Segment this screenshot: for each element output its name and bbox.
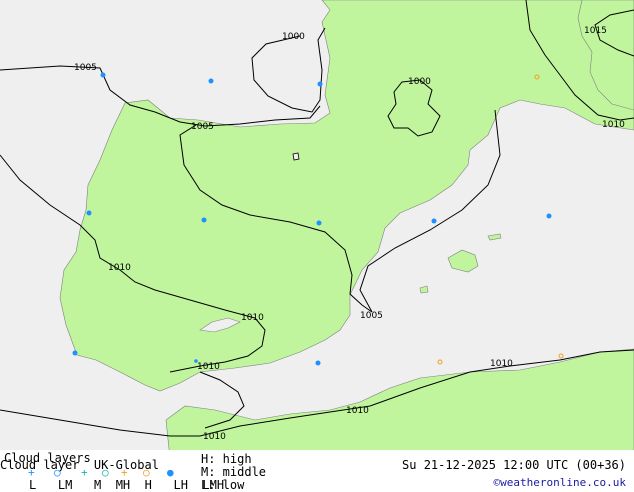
isobar-label: 1015 <box>584 26 607 36</box>
lake-north <box>292 152 300 161</box>
isobar-label: 1005 <box>360 311 383 321</box>
low-cloud-marker <box>201 217 207 223</box>
low-cloud-marker <box>72 350 78 356</box>
footer-subtitle: Cloud layer UK-Global <box>0 458 159 472</box>
isobar-label: 1010 <box>602 120 625 130</box>
layer-codes: L LM M MH H LH LMH <box>29 478 225 492</box>
map-footer: Cloud layers Cloud layer UK-Global + ○ +… <box>0 450 634 492</box>
isobar-label: 1005 <box>191 122 214 132</box>
isobar-label: 1005 <box>74 63 97 73</box>
valid-time: Su 21-12-2025 12:00 UTC (00+36) <box>402 458 626 472</box>
credit-link[interactable]: ©weatheronline.co.uk <box>494 476 626 489</box>
low-cloud-marker <box>317 81 323 87</box>
isobar-label: 1000 <box>282 32 305 42</box>
low-cloud-marker <box>208 78 214 84</box>
low-cloud-marker <box>315 360 321 366</box>
low-cloud-marker <box>86 210 92 216</box>
isobar-label: 1010 <box>197 362 220 372</box>
low-cloud-marker <box>316 220 322 226</box>
legend-low: L: low <box>201 478 245 492</box>
low-cloud-marker <box>431 218 437 224</box>
low-cloud-marker <box>546 213 552 219</box>
map-canvas: 1000 1005 1000 1015 1010 1005 1010 1010 … <box>0 0 634 458</box>
low-cloud-marker <box>194 359 198 363</box>
isobar-label: 1010 <box>241 313 264 323</box>
isobar-label: 1010 <box>346 406 369 416</box>
isobar-label: 1010 <box>108 263 131 273</box>
isobar-label: 1000 <box>408 77 431 87</box>
isobar-label: 1010 <box>203 432 226 442</box>
isobar-label: 1010 <box>490 359 513 369</box>
weather-map: 1000 1005 1000 1015 1010 1005 1010 1010 … <box>0 0 634 458</box>
low-cloud-marker <box>100 72 106 78</box>
